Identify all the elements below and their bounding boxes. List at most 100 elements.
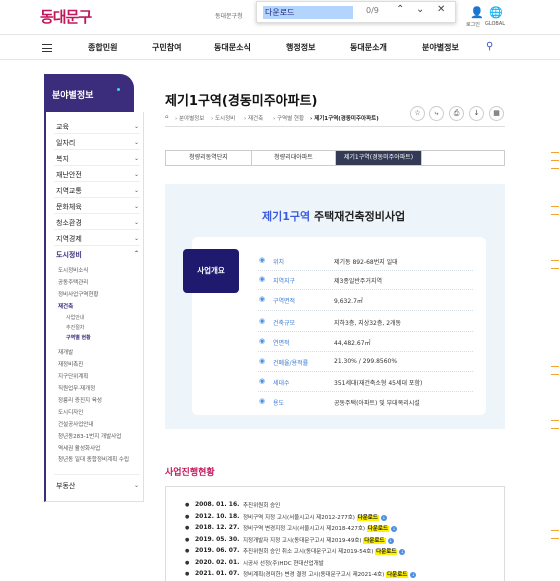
sidebar-item[interactable]: 청소환경 <box>56 218 82 228</box>
usage-icon: ◉ <box>259 397 266 405</box>
scroll-indicator[interactable] <box>548 60 560 581</box>
home-icon[interactable]: ⌂ <box>165 114 169 120</box>
sidebar-title: 분야별정보 <box>52 91 94 101</box>
zone-icon: ◉ <box>259 275 266 283</box>
sidebar-subitem[interactable]: 건설공사업안내 <box>58 420 93 428</box>
tab[interactable]: 청량리동역단지 <box>166 151 252 165</box>
download-icon[interactable]: ↓ <box>391 526 398 532</box>
sidebar-item[interactable]: 재난안전 <box>56 170 82 180</box>
sidebar-item[interactable]: 부동산 <box>56 481 75 491</box>
download-link[interactable]: 다운로드 <box>375 549 398 555</box>
chevron-down-icon[interactable]: ⌄ <box>134 235 139 242</box>
sidebar-subsubitem-active[interactable]: 구역별 현황 <box>66 334 91 341</box>
download-icon[interactable]: ↓ <box>469 106 484 121</box>
globe-icon[interactable]: 🌐 <box>489 6 503 19</box>
chevron-down-icon[interactable]: ⌄ <box>134 171 139 178</box>
nav-item[interactable]: 분야별정보 <box>422 42 459 53</box>
info-value: 44,482.67㎡ <box>334 340 371 347</box>
divider <box>54 181 140 182</box>
section-title: 사업진행현황 <box>165 468 215 478</box>
chevron-down-icon[interactable]: ⌄ <box>134 155 139 162</box>
login-label[interactable]: 로그인 <box>466 21 480 28</box>
divider <box>54 474 140 475</box>
breadcrumb-item[interactable]: › 재건축 <box>244 114 263 122</box>
nav-item[interactable]: 행정정보 <box>286 42 315 53</box>
info-label: 용도 <box>273 400 285 407</box>
nav-item[interactable]: 동대문소식 <box>214 42 251 53</box>
sidebar-subitem-active[interactable]: 재건축 <box>58 302 73 310</box>
sidebar-item[interactable]: 교육 <box>56 122 69 132</box>
sidebar-item[interactable]: 일자리 <box>56 138 75 148</box>
download-icon[interactable]: ↓ <box>380 515 387 521</box>
sidebar-subitem[interactable]: 정비사업구역현황 <box>58 290 98 298</box>
sidebar-item[interactable]: 지역경제 <box>56 234 82 244</box>
find-close-icon[interactable]: ✕ <box>437 4 445 15</box>
divider <box>54 213 140 214</box>
breadcrumb-item[interactable]: › 구역별 현황 <box>273 114 304 122</box>
download-link[interactable]: 다운로드 <box>386 572 409 578</box>
sidebar-subitem[interactable]: 도시디자인 <box>58 408 83 416</box>
chevron-down-icon[interactable]: ⌄ <box>134 187 139 194</box>
tab[interactable]: 청량리대아파트 <box>252 151 336 165</box>
menu-icon[interactable] <box>42 44 52 52</box>
global-label[interactable]: GLOBAL <box>485 21 505 27</box>
sidebar-subitem[interactable]: 공동주택관리 <box>58 278 88 286</box>
sidebar-item-active[interactable]: 도시정비 <box>56 250 82 260</box>
sidebar-subitem[interactable]: 역세권 활성화사업 <box>58 444 100 452</box>
sidebar-subitem[interactable]: 직원업무·재개정 <box>58 384 95 392</box>
search-hit-marker <box>551 260 559 261</box>
sidebar-subsubitem[interactable]: 추진절차 <box>66 324 84 331</box>
download-link[interactable]: 다운로드 <box>366 526 390 532</box>
history-date: 2019. 05. 30. <box>195 536 240 543</box>
download-link[interactable]: 다운로드 <box>356 515 379 521</box>
chevron-down-icon[interactable]: ⌄ <box>134 219 139 226</box>
chevron-up-icon[interactable]: ⌃ <box>134 250 139 257</box>
sidebar-item[interactable]: 문화체육 <box>56 202 82 212</box>
sidebar-subitem[interactable]: 지구단위계획 <box>58 372 88 380</box>
chevron-down-icon[interactable]: ⌄ <box>134 123 139 130</box>
divider <box>258 310 473 311</box>
breadcrumb-item[interactable]: › 도시정비 <box>211 114 235 122</box>
find-prev-icon[interactable]: ⌃ <box>396 4 404 15</box>
divider <box>258 270 473 271</box>
search-icon[interactable]: ⚲ <box>486 41 493 52</box>
sidebar-item[interactable]: 복지 <box>56 154 69 164</box>
sidebar-header: 분야별정보 <box>44 74 134 112</box>
site-logo[interactable]: 동대문구 <box>40 6 92 27</box>
sidebar-subitem[interactable]: 재정비촉진 <box>58 360 83 368</box>
divider <box>54 149 140 150</box>
info-value: 공동주택(아파트) 및 부대복리시설 <box>334 400 420 407</box>
print-icon[interactable]: ⎙ <box>449 106 464 121</box>
divider <box>54 133 140 134</box>
chevron-down-icon[interactable]: ⌄ <box>134 203 139 210</box>
download-link[interactable]: 다운로드 <box>363 538 386 544</box>
sidebar-subitem[interactable]: 청년동 일대 종합정비계획 수립 <box>58 456 138 464</box>
download-icon[interactable]: ↓ <box>399 549 406 555</box>
sidebar-subitem[interactable]: 청년동283-1번지 개발사업 <box>58 432 121 440</box>
sidebar-subsubitem[interactable]: 사업안내 <box>66 314 84 321</box>
find-input[interactable]: 다운로드 <box>263 6 353 19</box>
star-icon[interactable]: ☆ <box>410 106 425 121</box>
breadcrumb-item[interactable]: › 분야별정보 <box>175 114 204 122</box>
chevron-down-icon[interactable]: ⌄ <box>134 139 139 146</box>
share-icon[interactable]: ⤷ <box>429 106 444 121</box>
tab-bar: 청량리동역단지 청량리대아파트 제기1구역(경동미주아파트) <box>165 150 505 166</box>
sidebar-item[interactable]: 지역교통 <box>56 186 82 196</box>
login-icon[interactable]: 👤 <box>470 6 484 19</box>
find-next-icon[interactable]: ⌄ <box>416 4 424 15</box>
download-icon[interactable]: ↓ <box>410 572 417 578</box>
search-hit-marker <box>551 366 559 367</box>
nav-item[interactable]: 구민참여 <box>152 42 181 53</box>
nav-item[interactable]: 종합민원 <box>88 42 117 53</box>
nav-item[interactable]: 동대문소개 <box>350 42 387 53</box>
divider <box>258 371 473 372</box>
qrcode-icon[interactable]: ▦ <box>489 106 504 121</box>
search-hit-marker <box>551 168 559 169</box>
sidebar-subitem[interactable]: 정릉리 증진지 육성 <box>58 396 102 404</box>
chevron-down-icon[interactable]: ⌄ <box>134 482 139 489</box>
tab-active[interactable]: 제기1구역(경동미주아파트) <box>336 151 422 165</box>
search-hit-marker <box>551 268 559 269</box>
download-icon[interactable]: ↓ <box>387 538 394 544</box>
sidebar-subitem[interactable]: 도시정비소식 <box>58 266 88 274</box>
sidebar-subitem[interactable]: 재개발 <box>58 348 73 356</box>
